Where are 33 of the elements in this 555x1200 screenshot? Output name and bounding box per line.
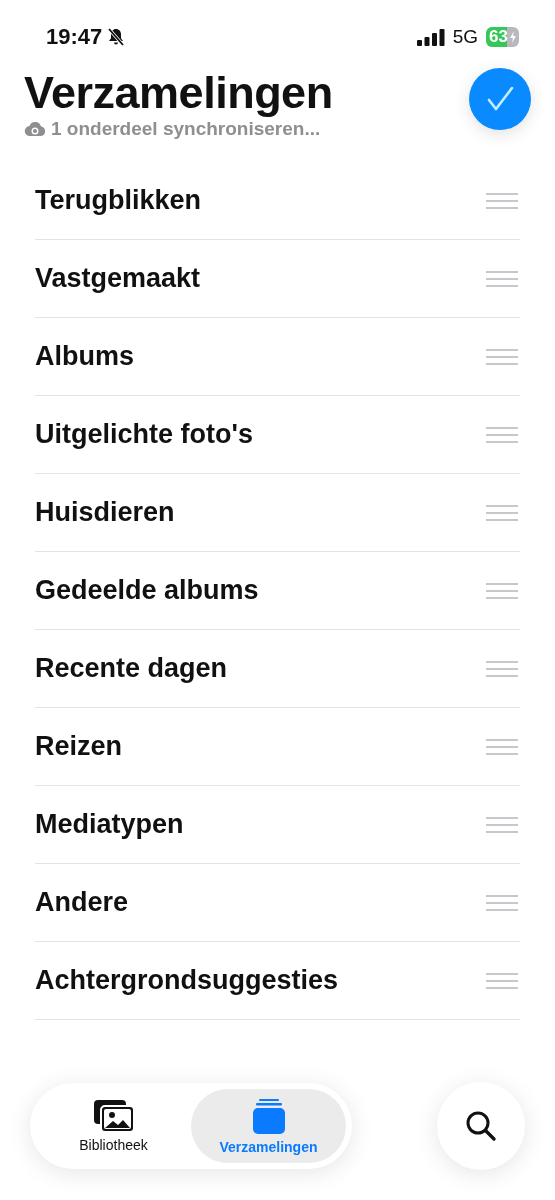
photos-stack-icon [92,1099,135,1133]
collection-row[interactable]: Gedeelde albums [35,552,520,630]
collection-row[interactable]: Andere [35,864,520,942]
drag-handle-icon[interactable] [486,737,518,756]
drag-handle-icon[interactable] [486,347,518,366]
cloud-sync-icon [24,121,46,137]
drag-handle-icon[interactable] [486,971,518,990]
collection-row[interactable]: Terugblikken [35,162,520,240]
collection-row[interactable]: Huisdieren [35,474,520,552]
collection-row[interactable]: Recente dagen [35,630,520,708]
drag-handle-icon[interactable] [486,581,518,600]
status-time: 19:47 [46,24,103,50]
drag-handle-icon[interactable] [486,503,518,522]
signal-icon [416,28,445,46]
collection-row[interactable]: Achtergrondsuggesties [35,942,520,1020]
sync-status: 1 onderdeel synchroniseren... [51,118,321,140]
collection-row[interactable]: Vastgemaakt [35,240,520,318]
drag-handle-icon[interactable] [486,191,518,210]
tab-button[interactable]: Bibliotheek [36,1089,191,1163]
drag-handle-icon[interactable] [486,425,518,444]
folder-stack-icon [251,1099,286,1135]
collection-row[interactable]: Reizen [35,708,520,786]
network-label: 5G [452,26,479,48]
collection-row[interactable]: Albums [35,318,520,396]
muted-bell-icon [106,27,127,47]
drag-handle-icon[interactable] [486,893,518,912]
collection-row[interactable]: Uitgelichte foto's [35,396,520,474]
drag-handle-icon[interactable] [486,659,518,678]
page-title: Verzamelingen [24,66,333,120]
search-icon [464,1109,498,1143]
drag-handle-icon[interactable] [486,269,518,288]
drag-handle-icon[interactable] [486,815,518,834]
collection-row[interactable]: Mediatypen [35,786,520,864]
